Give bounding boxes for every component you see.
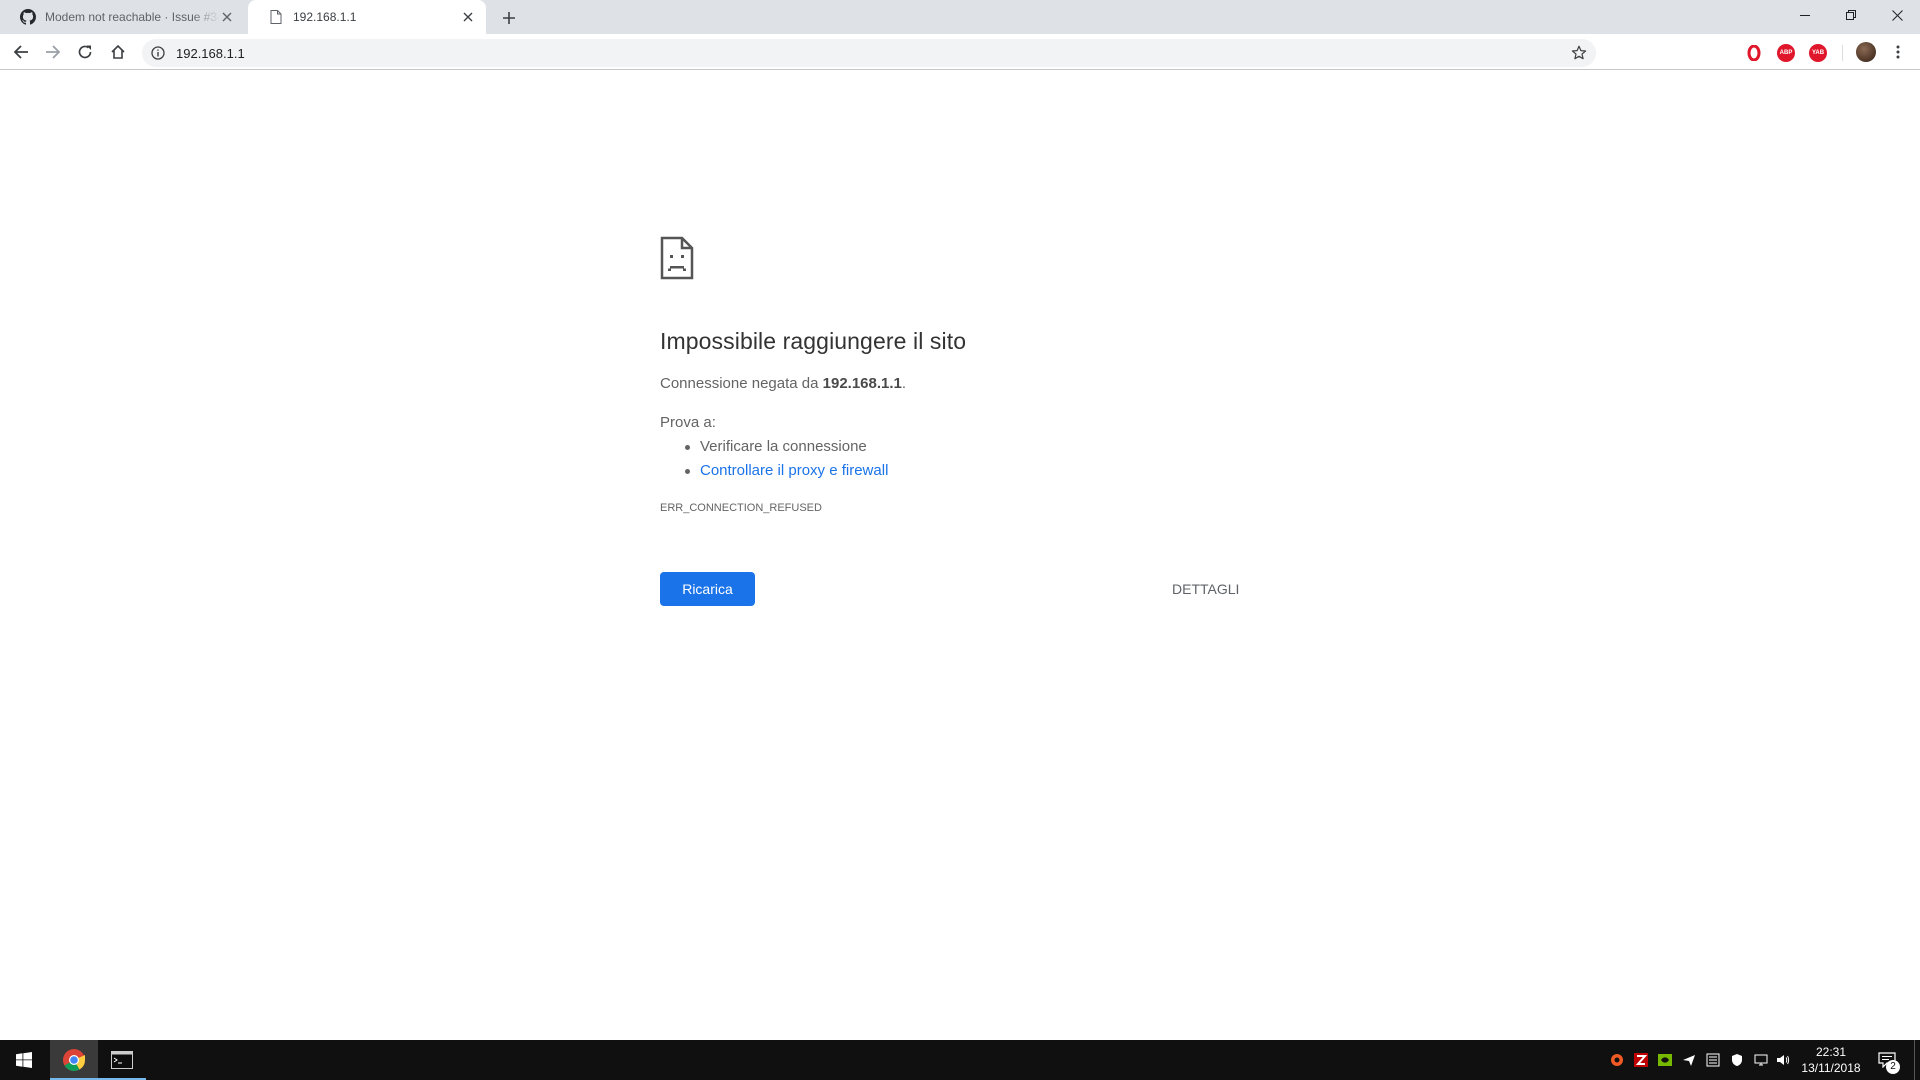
system-clock[interactable]: 22:31 13/11/2018 [1794, 1044, 1868, 1076]
nvidia-icon[interactable] [1657, 1052, 1673, 1068]
tab-strip: Modem not reachable · Issue #34 192.168.… [0, 0, 1920, 34]
keyboard-icon[interactable] [1705, 1052, 1721, 1068]
error-message-suffix: . [901, 375, 907, 392]
restore-icon [1846, 10, 1856, 20]
error-code: ERR_CONNECTION_REFUSED [660, 502, 822, 514]
security-icon[interactable] [1729, 1052, 1745, 1068]
show-desktop-button[interactable] [1914, 1040, 1915, 1080]
tab-github-issue[interactable]: Modem not reachable · Issue #34 [0, 0, 245, 34]
list-item: Verificare la connessione [682, 438, 888, 462]
back-button[interactable] [9, 40, 33, 64]
filezilla-icon[interactable] [1633, 1052, 1649, 1068]
opera-icon[interactable] [1745, 44, 1763, 62]
adblock-icon[interactable]: ABP [1777, 44, 1795, 62]
close-icon[interactable] [219, 9, 235, 25]
yab-icon[interactable]: YAB [1809, 44, 1827, 62]
minimize-button[interactable] [1782, 0, 1828, 30]
restore-button[interactable] [1828, 0, 1874, 30]
address-bar[interactable]: 192.168.1.1 [142, 39, 1596, 67]
tray-app-icon[interactable] [1609, 1052, 1625, 1068]
new-tab-button[interactable] [498, 7, 520, 29]
taskbar-chrome[interactable] [50, 1040, 98, 1080]
details-button[interactable]: DETTAGLI [1172, 572, 1239, 606]
try-label: Prova a: [660, 414, 716, 431]
tab-title: Modem not reachable · Issue #34 [45, 10, 219, 24]
terminal-icon [111, 1051, 133, 1069]
tab-title: 192.168.1.1 [293, 10, 357, 24]
windows-icon [16, 1052, 32, 1068]
info-icon[interactable] [150, 45, 166, 61]
forward-button[interactable] [41, 40, 65, 64]
close-icon[interactable] [460, 9, 476, 25]
start-button[interactable] [0, 1040, 48, 1080]
more-vertical-icon [1896, 45, 1900, 59]
error-host: 192.168.1.1 [822, 375, 902, 392]
airplane-icon[interactable] [1681, 1052, 1697, 1068]
notification-badge: 2 [1886, 1060, 1900, 1074]
toolbar-divider [1842, 45, 1843, 61]
taskbar-terminal[interactable] [98, 1040, 146, 1080]
yab-label: YAB [1811, 50, 1825, 56]
github-icon [20, 9, 36, 25]
error-message: Connessione negata da 192.168.1.1. [660, 375, 906, 392]
suggestion-check-connection: Verificare la connessione [700, 438, 867, 455]
list-item: Controllare il proxy e firewall [682, 462, 888, 486]
minimize-icon [1800, 15, 1810, 16]
taskbar: 22:31 13/11/2018 2 [0, 1040, 1920, 1080]
close-icon [1891, 9, 1903, 21]
reload-icon [78, 45, 92, 59]
home-icon [111, 44, 125, 59]
home-button[interactable] [106, 40, 130, 64]
browser-toolbar: 192.168.1.1 ABP YAB [0, 34, 1920, 70]
reload-button[interactable] [73, 40, 97, 64]
error-message-prefix: Connessione negata da [660, 375, 823, 392]
page-icon [268, 9, 284, 25]
clock-date: 13/11/2018 [1801, 1061, 1861, 1075]
url-text[interactable]: 192.168.1.1 [176, 46, 245, 61]
avatar[interactable] [1856, 42, 1876, 62]
menu-button[interactable] [1886, 40, 1910, 64]
page-title: Impossibile raggiungere il sito [660, 328, 967, 354]
arrow-left-icon [13, 45, 28, 59]
close-window-button[interactable] [1874, 0, 1920, 30]
star-icon[interactable] [1570, 44, 1588, 62]
sad-page-icon [660, 236, 694, 280]
clock-time: 22:31 [1815, 1045, 1847, 1059]
adblock-label: ABP [1779, 50, 1793, 56]
volume-icon[interactable] [1775, 1052, 1791, 1068]
plus-icon [503, 12, 515, 24]
arrow-right-icon [46, 45, 61, 59]
chrome-icon [63, 1049, 85, 1071]
tab-router[interactable]: 192.168.1.1 [248, 0, 486, 34]
network-icon[interactable] [1753, 1052, 1769, 1068]
proxy-firewall-link[interactable]: Controllare il proxy e firewall [700, 462, 888, 479]
reload-page-button[interactable]: Ricarica [660, 572, 755, 606]
suggestions-list: Verificare la connessione Controllare il… [682, 438, 888, 486]
